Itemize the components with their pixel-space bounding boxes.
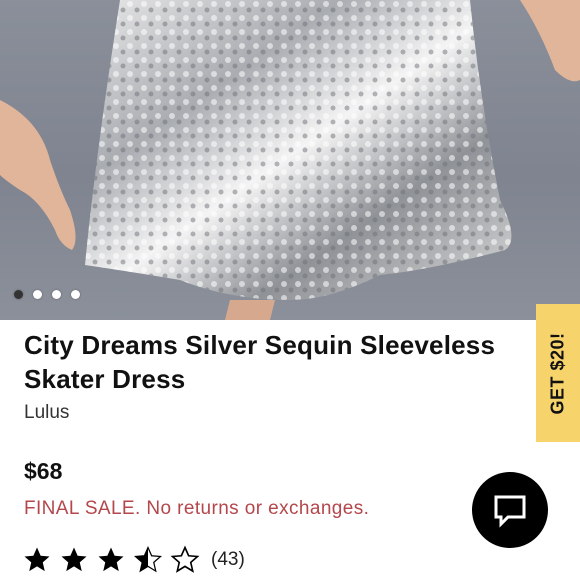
promo-label: GET $20! xyxy=(547,331,568,415)
final-sale-notice: FINAL SALE. No returns or exchanges. xyxy=(24,498,370,519)
star-outline-icon xyxy=(170,545,200,573)
gallery-dot[interactable] xyxy=(14,290,23,299)
product-title: City Dreams Silver Sequin Sleeveless Ska… xyxy=(24,330,496,394)
gallery-dot[interactable] xyxy=(71,290,80,299)
review-count[interactable]: (43) xyxy=(211,549,245,571)
star-rating[interactable]: (43) xyxy=(22,545,245,575)
dress-photo xyxy=(0,0,580,320)
chat-bubble-icon xyxy=(494,495,526,528)
get-20-promo-tab[interactable]: GET $20! xyxy=(536,304,580,442)
product-price: $68 xyxy=(24,458,63,484)
chat-button[interactable] xyxy=(472,472,548,548)
star-icon xyxy=(61,547,87,572)
product-image[interactable] xyxy=(0,0,580,320)
gallery-dot[interactable] xyxy=(52,290,61,299)
gallery-dots[interactable] xyxy=(14,290,80,299)
star-icon xyxy=(24,547,50,572)
star-icon xyxy=(98,547,124,572)
product-brand[interactable]: Lulus xyxy=(24,402,69,424)
gallery-dot[interactable] xyxy=(33,290,42,299)
star-half-icon xyxy=(133,545,163,573)
